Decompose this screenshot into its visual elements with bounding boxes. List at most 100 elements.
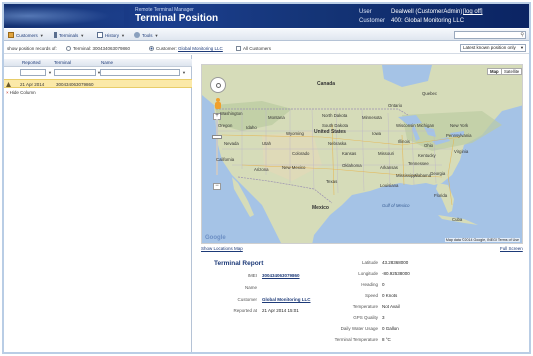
report-key: IMEI [247, 273, 257, 278]
radio-icon [66, 46, 71, 52]
all-customers-checkbox[interactable]: All Customers [236, 46, 272, 52]
map-attribution[interactable]: Map data ©2014 Google, INEGI Terms of Us… [444, 238, 520, 242]
report-value: 21 Apr 2014 15:01 [262, 308, 299, 313]
search-input[interactable]: ⚲ [454, 31, 526, 39]
pan-control[interactable] [210, 77, 226, 93]
terminal-grid-panel: Reported Terminal Name ▼ ▼ ▼ 21 Apr 2014… [4, 55, 192, 352]
column-header-reported[interactable]: Reported [22, 60, 41, 65]
map-label-new-york: New York [450, 123, 469, 128]
all-customers-label: All Customers [243, 46, 272, 51]
terminal-radio-label: Terminal: 300434063079860 [73, 46, 131, 51]
pan-center-icon [216, 83, 221, 88]
map-label-pennsylvania: Pennsylvania [446, 133, 472, 138]
toolbar: Customers ▼ Terminals ▼ History ▼ Tools … [4, 29, 529, 41]
report-key: Daily Water Usage [340, 326, 378, 331]
grid-header: Reported Terminal Name [4, 59, 192, 67]
report-key: Name [244, 285, 257, 290]
pegman-icon[interactable] [214, 98, 221, 109]
logoff-link[interactable]: [log off] [463, 9, 483, 15]
terminal-filter-input[interactable] [54, 69, 96, 76]
toolbar-label: Customers [16, 32, 38, 38]
report-value: 8 °C [382, 337, 391, 342]
history-menu-button[interactable]: History ▼ [97, 31, 125, 39]
page-title: Terminal Position [135, 13, 219, 24]
map-label-minnesota: Minnesota [362, 115, 382, 120]
map-type-satellite-button[interactable]: Satellite [501, 68, 522, 75]
toolbar-label: Terminals [59, 32, 79, 38]
report-customer-link[interactable]: Global Monitoring LLC [262, 297, 311, 302]
map-label-cuba: Cuba [452, 217, 463, 222]
map-label-united-states: United States [314, 129, 346, 135]
filter-dropdown-icon[interactable]: ▼ [47, 69, 53, 76]
map-label-wisconsin: Wisconsin [396, 123, 416, 128]
report-key: Terminal Temperature [334, 337, 378, 342]
show-locations-link[interactable]: Show Locations Map [201, 246, 243, 251]
map-type-map-button[interactable]: Map [487, 68, 502, 75]
customer-radio-link[interactable]: Global Monitoring LLC [178, 46, 223, 51]
report-key: Latitude [361, 260, 378, 265]
customers-icon [8, 32, 14, 38]
map-label-gulf-of-mexico: Gulf of Mexico [382, 203, 410, 208]
customer-value: 400: Global Monitoring LLC [391, 18, 465, 24]
user-value: Dealwell (CustomerAdmin) [391, 9, 463, 15]
chevron-down-icon: ▼ [80, 32, 85, 38]
terminal-radio[interactable]: Terminal: 300434063079860 [66, 46, 131, 52]
zoom-slider-thumb[interactable] [212, 135, 222, 139]
report-imei-link[interactable]: 300434063079860 [262, 273, 300, 278]
map-label-tennessee: Tennessee [408, 161, 429, 166]
map-label-virginia: Virginia [454, 149, 469, 154]
filter-dropdown-icon[interactable]: ▼ [181, 69, 187, 76]
report-key: Temperature [352, 304, 378, 309]
column-header-terminal[interactable]: Terminal [54, 60, 71, 65]
hide-column-link[interactable]: ×Hide Column [6, 90, 36, 95]
toolbar-label: Tools [142, 32, 153, 38]
hide-column-label: Hide Column [9, 90, 36, 95]
grid-filter-row: ▼ ▼ ▼ [4, 68, 192, 78]
map-canvas [202, 65, 522, 243]
map-label-ontario: Ontario [388, 103, 403, 108]
toolbar-label: History [105, 32, 120, 38]
hide-icon: × [6, 90, 9, 95]
map-label-texas: Texas [326, 179, 338, 184]
tools-icon [134, 32, 140, 38]
customer-label: Customer [359, 18, 386, 24]
map-label-ohio: Ohio [424, 143, 434, 148]
map-view[interactable]: Map Satellite + − Canada Quebec Ontario … [201, 64, 523, 244]
map-label-wyoming: Wyoming [286, 131, 304, 136]
filter-prefix-label: show position records of: [7, 46, 57, 51]
tools-menu-button[interactable]: Tools ▼ [134, 31, 158, 39]
report-value: 0 Knots [382, 293, 398, 298]
map-label-south-dakota: South Dakota [322, 123, 349, 128]
column-header-name[interactable]: Name [101, 60, 113, 65]
report-key: Longitude [358, 271, 378, 276]
table-row[interactable]: 21 Apr 2014 300434063079860 [4, 79, 192, 88]
customers-menu-button[interactable]: Customers ▼ [8, 31, 44, 39]
map-label-missouri: Missouri [378, 151, 394, 156]
map-label-iowa: Iowa [372, 131, 382, 136]
full-screen-link[interactable]: Full Screen [500, 246, 523, 251]
position-filter-bar: show position records of: Terminal: 3004… [4, 42, 529, 54]
map-label-nevada: Nevada [224, 141, 239, 146]
map-label-kentucky: Kentucky [418, 153, 436, 158]
map-label-kansas: Kansas [342, 151, 357, 156]
report-value: 0 Gallon [382, 326, 399, 331]
terminal-report-title: Terminal Report [214, 260, 264, 267]
terminals-menu-button[interactable]: Terminals ▼ [54, 31, 84, 39]
map-label-colorado: Colorado [292, 151, 310, 156]
name-filter-input[interactable] [100, 69, 180, 76]
report-key: Heading [361, 282, 378, 287]
report-value: -80.92538000 [382, 271, 410, 276]
reported-filter-input[interactable] [20, 69, 46, 76]
position-mode-select[interactable]: Latest known position only ▼ [460, 44, 526, 52]
report-value: 43.28368000 [382, 260, 409, 265]
map-label-louisiana: Louisiana [380, 183, 399, 188]
radio-selected-icon [149, 46, 154, 52]
zoom-out-button[interactable]: − [213, 183, 221, 190]
chevron-down-icon: ▼ [520, 45, 524, 50]
terminals-icon [54, 32, 57, 38]
customer-radio[interactable]: Customer: Global Monitoring LLC [149, 46, 223, 52]
map-label-florida: Florida [434, 193, 448, 198]
map-label-alabama: Alabama [414, 173, 431, 178]
report-key: Speed [364, 293, 378, 298]
map-label-oklahoma: Oklahoma [342, 163, 362, 168]
